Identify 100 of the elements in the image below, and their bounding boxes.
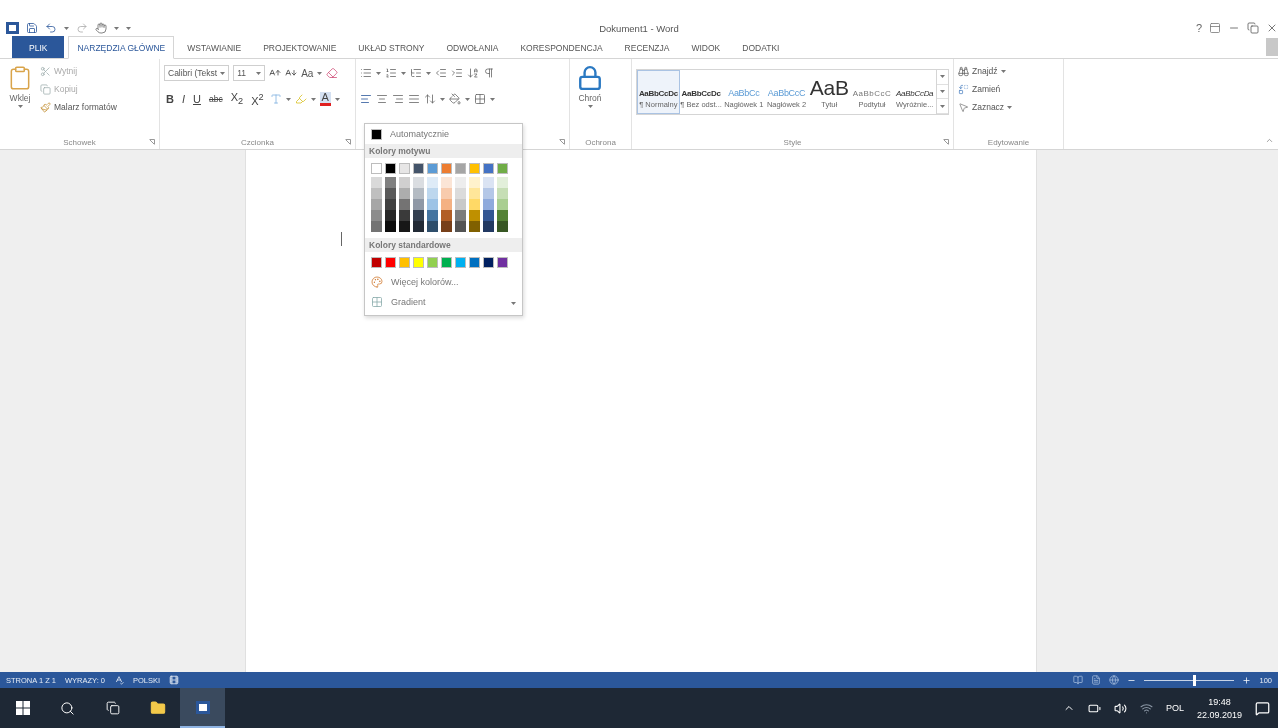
color-swatch[interactable] bbox=[455, 188, 466, 199]
color-swatch[interactable] bbox=[371, 188, 382, 199]
format-button[interactable]: U bbox=[191, 92, 203, 106]
sort-icon[interactable] bbox=[467, 67, 479, 79]
color-swatch[interactable] bbox=[497, 257, 508, 268]
color-swatch[interactable] bbox=[427, 177, 438, 188]
clear-format-icon[interactable] bbox=[326, 67, 339, 79]
color-swatch[interactable] bbox=[385, 257, 396, 268]
clock[interactable]: 19:48 22.09.2019 bbox=[1196, 696, 1242, 720]
color-swatch[interactable] bbox=[483, 188, 494, 199]
format-button[interactable]: I bbox=[179, 92, 187, 106]
color-swatch[interactable] bbox=[455, 257, 466, 268]
highlighter-icon[interactable] bbox=[294, 93, 307, 105]
color-swatch[interactable] bbox=[455, 163, 466, 174]
color-swatch[interactable] bbox=[441, 163, 452, 174]
color-swatch[interactable] bbox=[385, 199, 396, 210]
dialog-launcher-icon[interactable] bbox=[149, 139, 155, 145]
color-swatch[interactable] bbox=[427, 257, 438, 268]
color-swatch[interactable] bbox=[455, 221, 466, 232]
color-swatch[interactable] bbox=[441, 188, 452, 199]
color-swatch[interactable] bbox=[399, 199, 410, 210]
color-swatch[interactable] bbox=[413, 221, 424, 232]
color-swatch[interactable] bbox=[427, 188, 438, 199]
font-name-field[interactable]: Calibri (Tekst bbox=[164, 65, 230, 81]
color-swatch[interactable] bbox=[497, 188, 508, 199]
color-swatch[interactable] bbox=[385, 163, 396, 174]
word-logo-icon[interactable] bbox=[6, 22, 19, 34]
read-mode-icon[interactable] bbox=[1073, 675, 1084, 685]
color-swatch[interactable] bbox=[399, 188, 410, 199]
change-case-button[interactable]: Aa bbox=[301, 67, 314, 79]
color-swatch[interactable] bbox=[399, 210, 410, 221]
print-layout-icon[interactable] bbox=[1091, 675, 1102, 685]
macro-icon[interactable] bbox=[169, 675, 180, 685]
color-swatch[interactable] bbox=[385, 221, 396, 232]
color-swatch[interactable] bbox=[413, 188, 424, 199]
justify-icon[interactable] bbox=[408, 93, 420, 105]
web-layout-icon[interactable] bbox=[1109, 675, 1120, 685]
dialog-launcher-icon[interactable] bbox=[943, 139, 949, 145]
color-swatch[interactable] bbox=[371, 199, 382, 210]
ribbon-tab[interactable]: NARZĘDZIA GŁÓWNE bbox=[68, 36, 175, 59]
color-swatch[interactable] bbox=[427, 210, 438, 221]
color-swatch[interactable] bbox=[469, 221, 480, 232]
color-swatch[interactable] bbox=[399, 221, 410, 232]
color-swatch[interactable] bbox=[441, 177, 452, 188]
collapse-ribbon-icon[interactable] bbox=[1265, 136, 1274, 145]
color-swatch[interactable] bbox=[483, 177, 494, 188]
color-swatch[interactable] bbox=[371, 163, 382, 174]
color-swatch[interactable] bbox=[413, 210, 424, 221]
dialog-launcher-icon[interactable] bbox=[345, 139, 351, 145]
color-swatch[interactable] bbox=[441, 210, 452, 221]
automatic-color-option[interactable]: Automatycznie bbox=[365, 124, 522, 144]
color-swatch[interactable] bbox=[427, 199, 438, 210]
gradient-option[interactable]: Gradient bbox=[365, 292, 522, 312]
color-swatch[interactable] bbox=[413, 177, 424, 188]
paste-button[interactable]: Wklej bbox=[4, 63, 36, 135]
color-swatch[interactable] bbox=[427, 221, 438, 232]
color-swatch[interactable] bbox=[441, 257, 452, 268]
notifications-icon[interactable] bbox=[1255, 700, 1270, 716]
grow-font-icon[interactable] bbox=[269, 67, 282, 79]
zoom-in-icon[interactable] bbox=[1242, 675, 1252, 685]
color-swatch[interactable] bbox=[483, 221, 494, 232]
bullets-icon[interactable] bbox=[360, 67, 372, 79]
color-swatch[interactable] bbox=[385, 177, 396, 188]
shrink-font-icon[interactable] bbox=[285, 67, 298, 79]
find-button[interactable]: Znajdź bbox=[958, 63, 1013, 79]
color-swatch[interactable] bbox=[469, 257, 480, 268]
color-swatch[interactable] bbox=[469, 188, 480, 199]
word-app-button[interactable] bbox=[180, 688, 225, 728]
color-swatch[interactable] bbox=[483, 199, 494, 210]
multilevel-list-icon[interactable] bbox=[410, 67, 422, 79]
volume-icon[interactable] bbox=[1113, 701, 1127, 715]
close-icon[interactable] bbox=[1266, 22, 1278, 34]
align-right-icon[interactable] bbox=[392, 93, 404, 105]
color-swatch[interactable] bbox=[371, 210, 382, 221]
font-color-button[interactable]: A bbox=[319, 92, 331, 106]
format-painter-button[interactable]: Malarz formatów bbox=[40, 99, 117, 115]
undo-icon[interactable] bbox=[45, 22, 57, 34]
color-swatch[interactable] bbox=[441, 199, 452, 210]
align-left-icon[interactable] bbox=[360, 93, 372, 105]
network-icon[interactable] bbox=[1139, 701, 1153, 715]
color-swatch[interactable] bbox=[385, 188, 396, 199]
color-swatch[interactable] bbox=[399, 257, 410, 268]
format-button[interactable]: B bbox=[164, 92, 176, 106]
hand-icon[interactable] bbox=[95, 22, 107, 34]
zoom-thumb[interactable] bbox=[1193, 674, 1196, 686]
language-indicator[interactable]: POL bbox=[1165, 703, 1184, 713]
file-tab[interactable]: PLIK bbox=[12, 36, 65, 58]
font-size-field[interactable]: 11 bbox=[233, 65, 266, 81]
format-button[interactable]: X$_{2}$ bbox=[228, 89, 246, 109]
save-icon[interactable] bbox=[26, 22, 38, 34]
color-swatch[interactable] bbox=[483, 210, 494, 221]
color-swatch[interactable] bbox=[455, 199, 466, 210]
ribbon-display-icon[interactable] bbox=[1209, 22, 1221, 34]
redo-icon[interactable] bbox=[76, 22, 88, 34]
select-button[interactable]: Zaznacz bbox=[958, 99, 1013, 115]
color-swatch[interactable] bbox=[385, 210, 396, 221]
color-swatch[interactable] bbox=[469, 199, 480, 210]
numbering-icon[interactable] bbox=[385, 67, 397, 79]
color-swatch[interactable] bbox=[483, 163, 494, 174]
more-colors-option[interactable]: Więcej kolorów... bbox=[365, 272, 522, 292]
